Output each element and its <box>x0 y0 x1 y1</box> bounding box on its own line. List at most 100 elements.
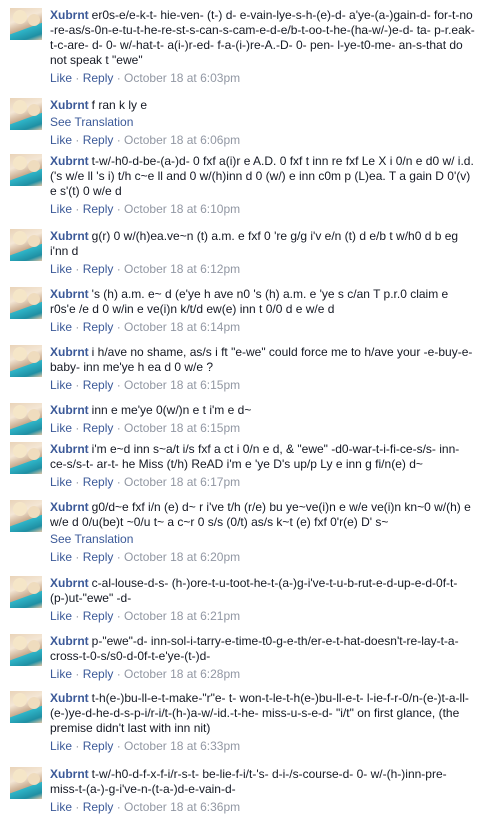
comment-body: Xubrnt g(r) 0 w/(h)ea.ve~n (t) a.m. e fxf… <box>50 229 483 277</box>
comment-author-link[interactable]: Xubrnt <box>50 154 89 168</box>
comment-text-block: Xubrnt p-"ewe"-d- inn-sol-i-tarry-e-time-… <box>50 634 475 664</box>
comment-author-link[interactable]: Xubrnt <box>50 287 89 301</box>
avatar[interactable] <box>10 345 42 377</box>
comment-actions: Like · Reply · October 18 at 6:17pm <box>50 474 475 490</box>
like-button[interactable]: Like <box>50 609 72 623</box>
like-button[interactable]: Like <box>50 475 72 489</box>
avatar[interactable] <box>10 98 42 130</box>
reply-button[interactable]: Reply <box>83 378 114 392</box>
separator-dot: · <box>72 378 83 392</box>
comment-timestamp[interactable]: October 18 at 6:12pm <box>124 262 240 276</box>
avatar[interactable] <box>10 691 42 723</box>
comment-timestamp[interactable]: October 18 at 6:03pm <box>124 71 240 85</box>
like-button[interactable]: Like <box>50 378 72 392</box>
like-button[interactable]: Like <box>50 800 72 814</box>
reply-button[interactable]: Reply <box>83 71 114 85</box>
comment-actions: Like · Reply · October 18 at 6:12pm <box>50 261 475 277</box>
comment-author-link[interactable]: Xubrnt <box>50 767 89 781</box>
reply-button[interactable]: Reply <box>83 550 114 564</box>
like-button[interactable]: Like <box>50 421 72 435</box>
like-button[interactable]: Like <box>50 667 72 681</box>
comment-message: er0s-e/e-k-t- hie-ven- (t-) d- e-vain-ly… <box>50 8 475 67</box>
reply-button[interactable]: Reply <box>83 609 114 623</box>
comment-message: t-w/-h0-d-be-(a-)d- 0 fxf a(i)r e A.D. 0… <box>50 154 474 198</box>
avatar[interactable] <box>10 634 42 666</box>
reply-button[interactable]: Reply <box>83 421 114 435</box>
comment-timestamp[interactable]: October 18 at 6:17pm <box>124 475 240 489</box>
comment-timestamp[interactable]: October 18 at 6:20pm <box>124 550 240 564</box>
comment-actions: Like · Reply · October 18 at 6:28pm <box>50 666 475 682</box>
like-button[interactable]: Like <box>50 262 72 276</box>
avatar[interactable] <box>10 767 42 799</box>
comment-timestamp[interactable]: October 18 at 6:06pm <box>124 133 240 147</box>
comment-item: Xubrnt p-"ewe"-d- inn-sol-i-tarry-e-time-… <box>0 634 483 682</box>
comment-timestamp[interactable]: October 18 at 6:33pm <box>124 739 240 753</box>
reply-button[interactable]: Reply <box>83 202 114 216</box>
separator-dot: · <box>113 262 125 276</box>
comment-message: f ran k ly e <box>91 98 148 112</box>
reply-button[interactable]: Reply <box>83 133 114 147</box>
avatar[interactable] <box>10 8 42 40</box>
like-button[interactable]: Like <box>50 550 72 564</box>
comment-author-link[interactable]: Xubrnt <box>50 98 89 112</box>
reply-button[interactable]: Reply <box>83 667 114 681</box>
comment-timestamp[interactable]: October 18 at 6:21pm <box>124 609 240 623</box>
comment-text-block: Xubrnt c-al-louse-d-s- (h-)ore-t-u-toot-h… <box>50 576 475 606</box>
avatar[interactable] <box>10 287 42 319</box>
avatar[interactable] <box>10 229 42 261</box>
reply-button[interactable]: Reply <box>83 320 114 334</box>
avatar[interactable] <box>10 576 42 608</box>
avatar[interactable] <box>10 154 42 186</box>
separator-dot: · <box>113 71 125 85</box>
comment-author-link[interactable]: Xubrnt <box>50 8 89 22</box>
comment-item: Xubrnt g(r) 0 w/(h)ea.ve~n (t) a.m. e fxf… <box>0 229 483 277</box>
like-button[interactable]: Like <box>50 133 72 147</box>
comment-body: Xubrnt t-h(e-)bu-ll-e-t-make-"r"e- t- won… <box>50 691 483 754</box>
comment-item: Xubrnt i'm e~d inn s~a/t i/s fxf a ct i 0… <box>0 442 483 490</box>
comment-actions: Like · Reply · October 18 at 6:33pm <box>50 738 475 754</box>
reply-button[interactable]: Reply <box>83 800 114 814</box>
reply-button[interactable]: Reply <box>83 739 114 753</box>
avatar[interactable] <box>10 442 42 474</box>
comment-timestamp[interactable]: October 18 at 6:14pm <box>124 320 240 334</box>
comment-timestamp[interactable]: October 18 at 6:10pm <box>124 202 240 216</box>
like-button[interactable]: Like <box>50 71 72 85</box>
comment-actions: Like · Reply · October 18 at 6:10pm <box>50 201 475 217</box>
separator-dot: · <box>113 800 125 814</box>
comment-item: Xubrnt er0s-e/e-k-t- hie-ven- (t-) d- e-v… <box>0 8 483 86</box>
comment-text-block: Xubrnt t-h(e-)bu-ll-e-t-make-"r"e- t- won… <box>50 691 475 736</box>
reply-button[interactable]: Reply <box>83 262 114 276</box>
comment-author-link[interactable]: Xubrnt <box>50 500 89 514</box>
comment-text-block: Xubrnt t-w/-h0-d-f-x-f-i/r-s-t- be-lie-f-… <box>50 767 475 797</box>
comment-author-link[interactable]: Xubrnt <box>50 634 89 648</box>
comment-body: Xubrnt i h/ave no shame, as/s i ft "e-we"… <box>50 345 483 393</box>
like-button[interactable]: Like <box>50 739 72 753</box>
comment-body: Xubrnt inn e me'ye 0(w/)n e t i'm e d~ Lik… <box>50 403 483 436</box>
see-translation-link[interactable]: See Translation <box>50 115 475 130</box>
comment-author-link[interactable]: Xubrnt <box>50 345 89 359</box>
comment-timestamp[interactable]: October 18 at 6:15pm <box>124 378 240 392</box>
comment-timestamp[interactable]: October 18 at 6:36pm <box>124 800 240 814</box>
comment-item: Xubrnt t-w/-h0-d-be-(a-)d- 0 fxf a(i)r e … <box>0 154 483 217</box>
comment-author-link[interactable]: Xubrnt <box>50 229 89 243</box>
comment-item: Xubrnt t-h(e-)bu-ll-e-t-make-"r"e- t- won… <box>0 691 483 754</box>
comment-author-link[interactable]: Xubrnt <box>50 442 89 456</box>
reply-button[interactable]: Reply <box>83 475 114 489</box>
comment-author-link[interactable]: Xubrnt <box>50 691 89 705</box>
comment-message: t-h(e-)bu-ll-e-t-make-"r"e- t- won-t-le-… <box>50 691 469 735</box>
like-button[interactable]: Like <box>50 202 72 216</box>
separator-dot: · <box>72 550 83 564</box>
comment-body: Xubrnt f ran k ly e See Translation Like · … <box>50 98 483 148</box>
comment-timestamp[interactable]: October 18 at 6:28pm <box>124 667 240 681</box>
avatar[interactable] <box>10 500 42 532</box>
comment-item: Xubrnt's (h) a.m. e~ d (e'ye h ave n0 's… <box>0 287 483 335</box>
like-button[interactable]: Like <box>50 320 72 334</box>
see-translation-link[interactable]: See Translation <box>50 532 475 547</box>
comment-author-link[interactable]: Xubrnt <box>50 403 89 417</box>
comment-item: Xubrnt g0/d~e fxf i/n (e) d~ r i've t/h (… <box>0 500 483 565</box>
comment-timestamp[interactable]: October 18 at 6:15pm <box>124 421 240 435</box>
comment-author-link[interactable]: Xubrnt <box>50 576 89 590</box>
comment-text-block: Xubrnt er0s-e/e-k-t- hie-ven- (t-) d- e-v… <box>50 8 475 68</box>
avatar[interactable] <box>10 403 42 435</box>
separator-dot: · <box>113 739 125 753</box>
